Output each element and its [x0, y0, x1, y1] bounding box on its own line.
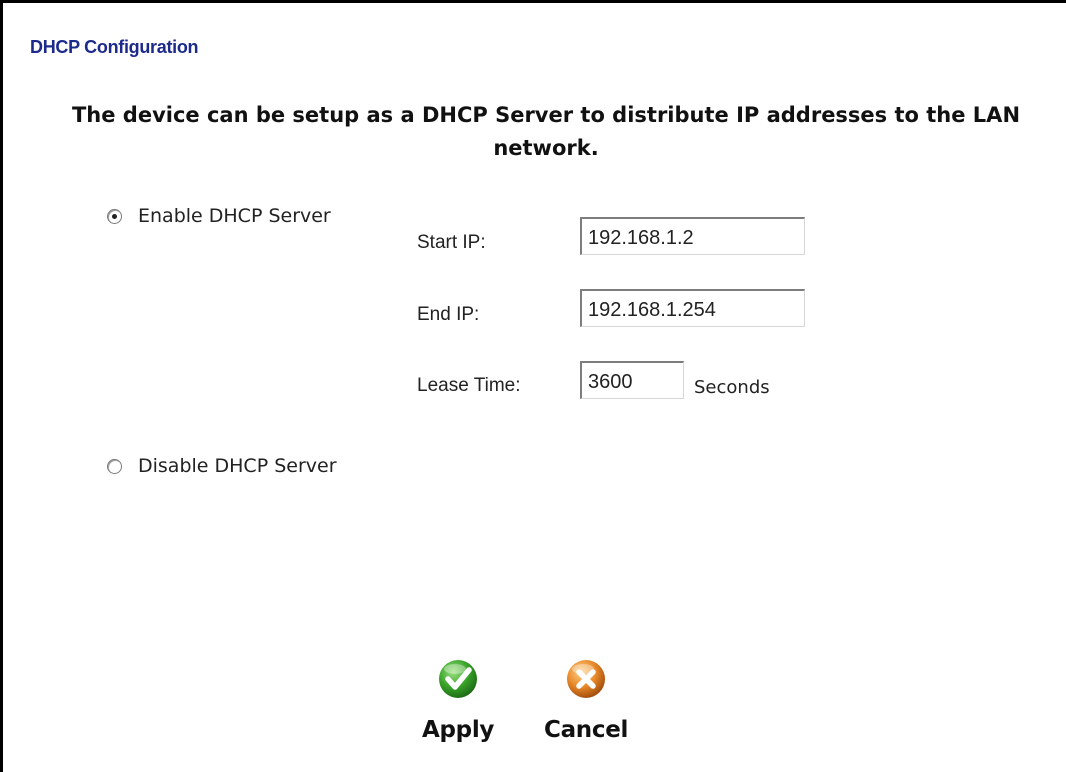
end-ip-input[interactable] — [580, 289, 805, 327]
apply-button[interactable]: Apply — [422, 659, 494, 743]
page-description: The device can be setup as a DHCP Server… — [71, 103, 1021, 160]
cancel-label: Cancel — [544, 717, 629, 743]
enable-dhcp-label: Enable DHCP Server — [138, 205, 331, 227]
x-icon — [567, 660, 606, 698]
lease-time-label: Lease Time: — [417, 375, 521, 396]
disable-dhcp-option[interactable]: Disable DHCP Server — [107, 455, 337, 477]
cancel-button[interactable]: Cancel — [544, 659, 628, 743]
page-frame: DHCP Configuration The device can be set… — [0, 0, 1066, 772]
disable-dhcp-radio[interactable] — [107, 458, 122, 474]
checkmark-icon — [439, 660, 478, 698]
start-ip-label: Start IP: — [417, 232, 486, 253]
page-title: DHCP Configuration — [30, 37, 199, 57]
lease-time-unit: Seconds — [694, 377, 770, 398]
end-ip-label: End IP: — [417, 304, 480, 325]
lease-time-input[interactable] — [580, 361, 684, 399]
apply-label: Apply — [422, 717, 495, 743]
disable-dhcp-label: Disable DHCP Server — [138, 455, 337, 477]
enable-dhcp-radio[interactable] — [107, 208, 122, 224]
start-ip-input[interactable] — [580, 217, 805, 255]
enable-dhcp-option[interactable]: Enable DHCP Server — [107, 205, 331, 227]
